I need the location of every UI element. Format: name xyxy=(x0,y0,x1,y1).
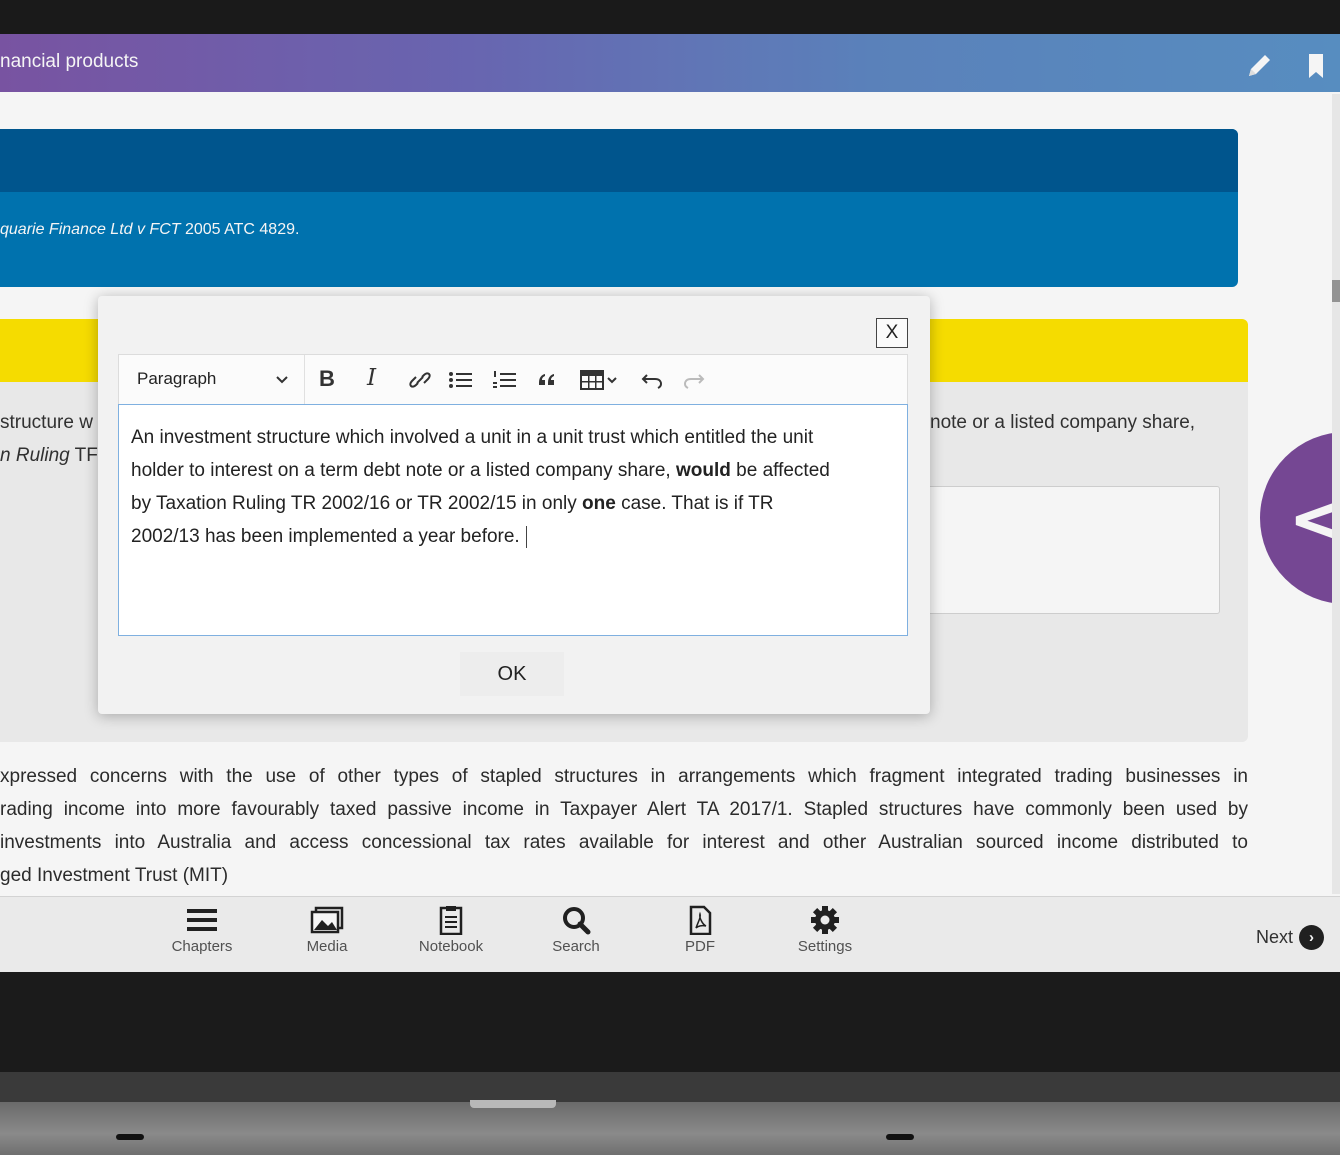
laptop-hinge-band xyxy=(0,1072,1340,1102)
editor-bold-run: would xyxy=(675,460,731,481)
format-select[interactable]: Paragraph xyxy=(119,355,305,404)
numbered-list-icon[interactable] xyxy=(491,367,519,393)
ok-button[interactable]: OK xyxy=(460,652,564,696)
editor-line: An investment structure which involved a… xyxy=(131,427,814,448)
laptop-notch xyxy=(470,1100,556,1108)
app-screen: nancial products quarie Finance Ltd v FC… xyxy=(0,34,1340,972)
editor-text-run: case. That is if TR xyxy=(615,493,774,514)
laptop-keyboard-deck xyxy=(0,1102,1340,1155)
editor-text-run: be affected xyxy=(730,460,830,481)
close-button[interactable]: X xyxy=(876,318,908,348)
italic-button[interactable]: I xyxy=(367,365,376,391)
table-icon[interactable] xyxy=(579,367,621,393)
blockquote-icon[interactable] xyxy=(535,367,561,393)
laptop-bezel-top xyxy=(0,0,1340,34)
editor-line: by Taxation Ruling TR 2002/16 or TR 2002… xyxy=(131,487,901,520)
laptop-base xyxy=(0,972,1340,1155)
editor-bold-run: one xyxy=(582,493,616,514)
editor-line: holder to interest on a term debt note o… xyxy=(131,454,901,487)
rich-text-editor[interactable]: An investment structure which involved a… xyxy=(118,404,908,636)
text-caret xyxy=(525,525,527,548)
link-icon[interactable] xyxy=(407,367,433,393)
laptop-foot xyxy=(886,1134,914,1140)
editor-text-run: by Taxation Ruling TR 2002/16 or TR 2002… xyxy=(131,493,583,514)
laptop-foot xyxy=(116,1134,144,1140)
redo-icon[interactable] xyxy=(681,367,707,393)
chevron-down-icon xyxy=(276,376,288,384)
bulleted-list-icon[interactable] xyxy=(447,367,475,393)
editor-text-run: 2002/13 has been implemented a year befo… xyxy=(131,526,520,547)
bold-button[interactable]: B xyxy=(319,366,335,392)
editor-toolbar: Paragraph B I xyxy=(118,354,908,404)
editor-content: An investment structure which involved a… xyxy=(131,421,901,553)
editor-text-run: holder to interest on a term debt note o… xyxy=(131,460,676,481)
undo-icon[interactable] xyxy=(639,367,665,393)
format-select-value: Paragraph xyxy=(137,369,217,388)
editor-line: 2002/13 has been implemented a year befo… xyxy=(131,520,901,553)
rich-text-dialog: X Paragraph B I An investment structure … xyxy=(98,296,930,714)
